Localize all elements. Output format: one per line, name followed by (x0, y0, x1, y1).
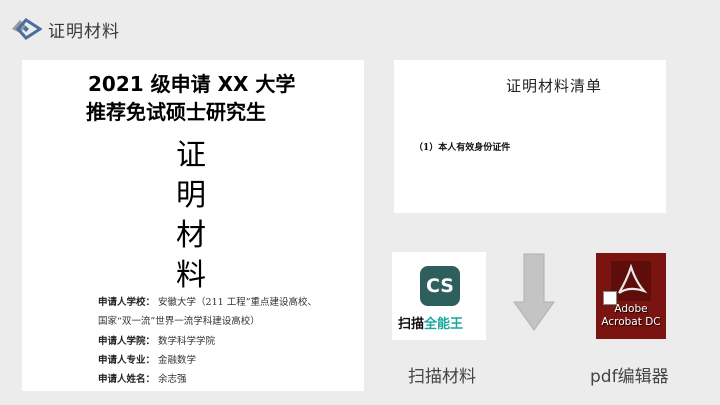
doc-big-char: 料 (176, 258, 206, 293)
arrow-down-icon (513, 253, 555, 331)
doc-big-char: 证 (176, 138, 206, 173)
acrobat-caption-line: Acrobat DC (601, 316, 661, 328)
info-college: 申请人学院： 数学科学学院 (98, 333, 215, 347)
info-label: 申请人专业： (98, 355, 156, 366)
app-name-part: 扫描 (398, 317, 425, 332)
doc-big-char: 材 (176, 218, 206, 253)
checklist-title: 证明材料清单 (506, 77, 603, 95)
doc-title-line1: 2021 级申请 XX 大学 (88, 72, 296, 96)
info-school-cont: 国家“双一流”世界一流学科建设高校） (98, 316, 260, 327)
info-label: 申请人学校： (98, 297, 156, 308)
page-title: 证明材料 (48, 22, 120, 42)
info-label: 申请人姓名： (98, 374, 156, 385)
pdf-caption: pdf编辑器 (590, 367, 669, 387)
info-value: 数学科学学院 (158, 336, 216, 347)
camscanner-icon: CS (420, 266, 460, 306)
camscanner-app-tile[interactable]: CS 扫描全能王 (392, 252, 486, 340)
doc-title-line2: 推荐免试硕士研究生 (86, 100, 266, 124)
slide-header: 证明材料 (0, 0, 720, 58)
app-name-part: 全能王 (424, 317, 464, 332)
checklist-card: 证明材料清单 （1）本人有效身份证件 (394, 60, 666, 213)
info-school: 申请人学校： 安徽大学（211 工程”重点建设高校、 (98, 294, 317, 308)
acrobat-app-tile[interactable]: Adobe Acrobat DC (596, 253, 666, 339)
info-value: 余志强 (158, 374, 187, 385)
doc-big-char: 明 (176, 178, 206, 213)
info-major: 申请人专业： 金融数学 (98, 352, 196, 366)
acrobat-caption-line: Adobe (614, 303, 648, 315)
logo-icon (12, 18, 42, 40)
info-value: 安徽大学（211 工程”重点建设高校、 (158, 297, 318, 308)
acrobat-caption: Adobe Acrobat DC (596, 303, 666, 329)
info-label: 申请人学院： (98, 336, 156, 347)
info-value: 金融数学 (158, 355, 197, 366)
camscanner-app-name: 扫描全能王 (398, 313, 463, 332)
info-name: 申请人姓名： 余志强 (98, 371, 187, 385)
checklist-item: （1）本人有效身份证件 (414, 143, 511, 153)
document-cover: 2021 级申请 XX 大学 推荐免试硕士研究生 证 明 材 料 申请人学校： … (22, 60, 364, 391)
scan-caption: 扫描材料 (408, 367, 476, 387)
acrobat-icon (611, 261, 651, 301)
